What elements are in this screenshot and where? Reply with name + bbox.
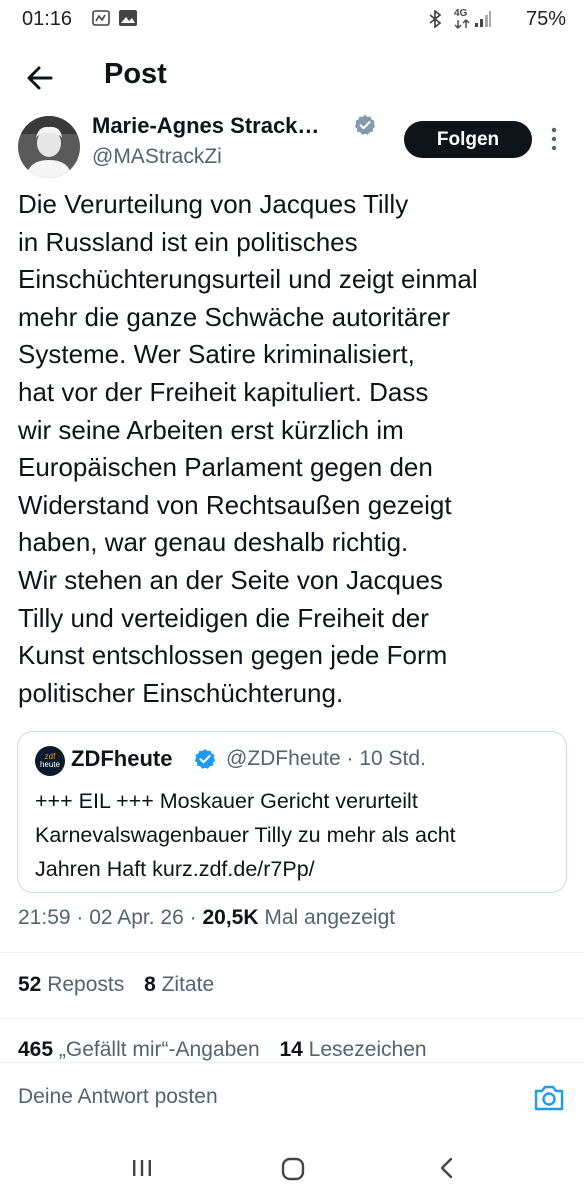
tweet-line: Widerstand von Rechtsaußen gezeigt xyxy=(18,489,452,520)
tweet-line: Einschüchterungsurteil und zeigt einmal xyxy=(18,264,478,295)
quote-line: +++ EIL +++ Moskauer Gericht verurteilt xyxy=(35,789,418,813)
quote-avatar: zdf heute xyxy=(35,746,65,776)
recent-apps-icon[interactable] xyxy=(130,1156,154,1180)
tweet-line: mehr die ganze Schwäche autoritärer xyxy=(18,301,451,332)
signal-icon xyxy=(475,11,491,27)
page-title: Post xyxy=(104,58,167,90)
more-options-icon[interactable] xyxy=(544,124,564,154)
quote-meta: @ZDFheute · 10 Std. xyxy=(226,747,426,770)
follow-button[interactable]: Folgen xyxy=(404,121,532,158)
quoted-post-card[interactable]: zdf heute ZDFheute @ZDFheute · 10 Std. +… xyxy=(17,731,567,893)
quote-author-name: ZDFheute xyxy=(71,746,173,771)
likes-link[interactable]: 465 „Gefällt mir“-Angaben xyxy=(18,1038,260,1061)
gallery-icon xyxy=(119,10,137,26)
author-handle[interactable]: @MAStrackZi xyxy=(92,145,222,169)
avatar[interactable] xyxy=(18,116,80,178)
reply-input[interactable]: Deine Antwort posten xyxy=(18,1085,218,1109)
author-name[interactable]: Marie-Agnes Strack… xyxy=(92,113,319,139)
svg-text:4G: 4G xyxy=(454,8,468,19)
home-icon[interactable] xyxy=(280,1156,306,1182)
bookmarks-link[interactable]: 14 Lesezeichen xyxy=(279,1038,426,1061)
network-icon: 4G xyxy=(454,8,470,29)
bookmarks-label: Lesezeichen xyxy=(302,1038,427,1061)
notification-icon xyxy=(92,10,110,26)
likes-label: „Gefällt mir“-Angaben xyxy=(53,1038,260,1061)
view-count: 20,5K xyxy=(202,906,259,929)
tweet-line: haben, war genau deshalb richtig. xyxy=(18,527,409,558)
tweet-line: in Russland ist ein politisches xyxy=(18,226,358,257)
tweet-line: Wir stehen an der Seite von Jacques xyxy=(18,564,443,595)
reposts-label: Reposts xyxy=(41,973,125,996)
arrow-left-icon[interactable] xyxy=(22,60,58,96)
status-bar: 01:16 4G 75% xyxy=(0,0,584,36)
view-label: Mal angezeigt xyxy=(258,906,396,929)
system-nav-bar xyxy=(0,1142,584,1200)
camera-icon[interactable] xyxy=(533,1083,565,1113)
verified-badge-icon xyxy=(194,749,216,769)
post-timestamp: 21:59 · 02 Apr. 26 · 20,5K Mal angezeigt xyxy=(18,906,395,930)
quote-text: +++ EIL +++ Moskauer Gericht verurteilt … xyxy=(35,784,555,886)
tweet-line: wir seine Arbeiten erst kürzlich im xyxy=(18,414,404,445)
tweet-line: Europäischen Parlament gegen den xyxy=(18,452,433,483)
quote-line: Karnevalswagenbauer Tilly zu mehr als ac… xyxy=(35,823,456,847)
avatar-photo xyxy=(18,116,80,178)
reposts-link[interactable]: 52 Reposts xyxy=(18,973,124,996)
quotes-label: Zitate xyxy=(155,973,215,996)
tweet-line: Die Verurteilung von Jacques Tilly xyxy=(18,189,409,219)
divider xyxy=(0,952,584,953)
reposts-quotes-row: 52 Reposts 8 Zitate xyxy=(18,973,214,997)
reply-bar: Deine Antwort posten xyxy=(0,1062,584,1142)
back-nav-icon[interactable] xyxy=(436,1156,458,1180)
battery-text: 75% xyxy=(525,8,566,30)
divider xyxy=(0,1018,584,1019)
tweet-line: Tilly und verteidigen die Freiheit der xyxy=(18,602,429,633)
tweet-line: hat vor der Freiheit kapituliert. Dass xyxy=(18,376,429,407)
bookmarks-count: 14 xyxy=(279,1038,303,1061)
likes-bookmarks-row: 465 „Gefällt mir“-Angaben 14 Lesezeichen xyxy=(18,1038,427,1062)
quote-line: Jahren Haft kurz.zdf.de/r7Pp/ xyxy=(35,857,315,881)
status-time: 01:16 xyxy=(22,8,73,30)
bluetooth-icon xyxy=(429,10,442,28)
tweet-line: Kunst entschlossen gegen jede Form xyxy=(18,640,448,671)
quotes-link[interactable]: 8 Zitate xyxy=(144,973,214,996)
quote-avatar-text-bottom: heute xyxy=(39,760,61,769)
tweet-line: politischer Einschüchterung. xyxy=(18,677,344,708)
header: Post xyxy=(0,46,584,110)
tweet-line: Systeme. Wer Satire kriminalisiert, xyxy=(18,339,415,370)
verified-badge-icon xyxy=(354,115,376,135)
tweet-text: Die Verurteilung von Jacques Tilly in Ru… xyxy=(18,186,578,712)
likes-count: 465 xyxy=(18,1038,54,1061)
reposts-count: 52 xyxy=(18,973,42,996)
post-time: 21:59 · 02 Apr. 26 · xyxy=(18,906,203,929)
quotes-count: 8 xyxy=(144,973,156,996)
